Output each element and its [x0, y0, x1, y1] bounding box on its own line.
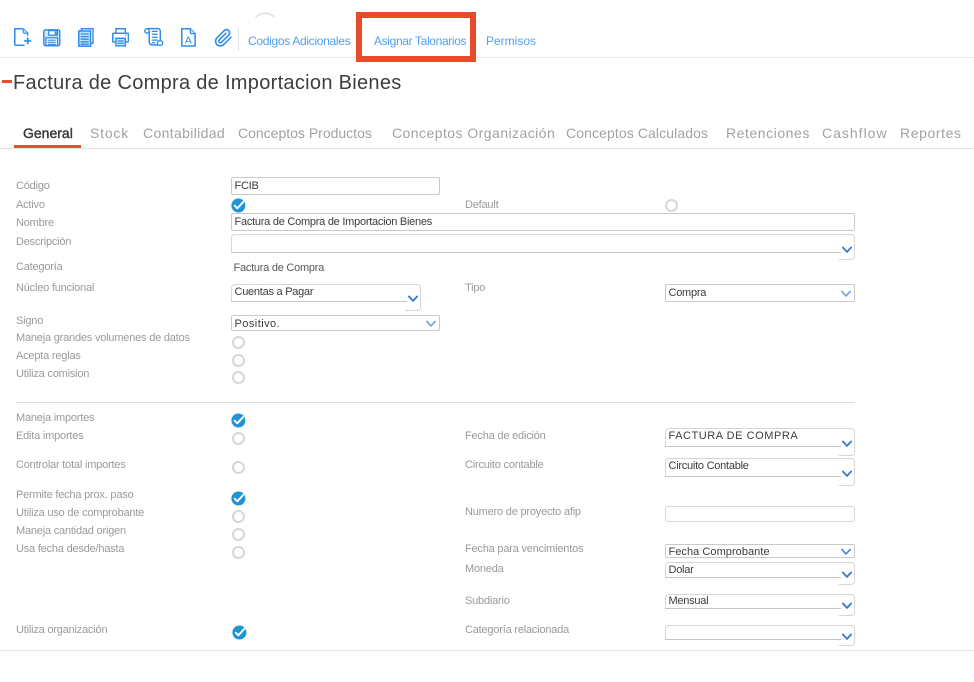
svg-text:A: A	[185, 34, 192, 46]
